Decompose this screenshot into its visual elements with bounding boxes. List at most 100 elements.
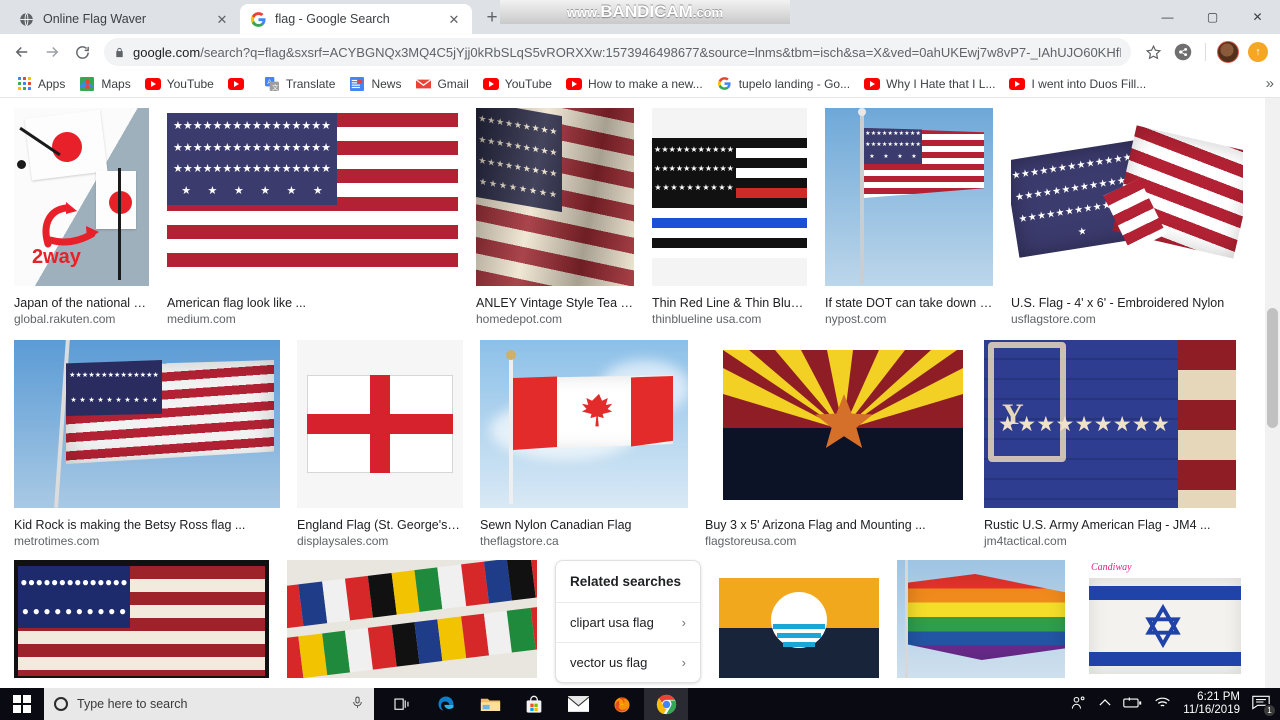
mail-icon[interactable] [556,688,600,720]
bookmark-youtube-2[interactable] [222,73,256,95]
results-row-3: ● ● ● ● ● ● ● ● ● ● ● ● ● ● ● ● ● ● ● ● ● ● ● ● [14,560,1266,683]
result-item[interactable]: ★ ★ ★ ★ ★ ★ ★ ★ ★ ★ ★ ★ ★ ★ ★ ★ ★ ★ ★ ★ ★ ★ ★ ★ ★ ★ ★ ★ ★ ★ ★ ★ ★ ★ ★ ★ … [167,108,458,328]
bookmarks-overflow-chevron[interactable]: » [1266,75,1274,92]
window-controls: — ▢ ✕ [1145,0,1280,34]
result-item[interactable]: Buy 3 x 5' Arizona Flag and Mounting ...… [705,340,967,550]
close-icon[interactable]: ✕ [214,11,230,27]
result-caption: Sewn Nylon Canadian Flag theflagstore.ca [480,508,688,550]
result-thumbnail-vintage-waving-flag[interactable]: ★★★★★★★ ★★★★★★★ ★★★★★★★ ★★★★★★★ ★★★★★★★ [476,108,634,286]
result-thumbnail-international-flag-bunting[interactable] [287,560,537,678]
bookmark-tupelo-landing[interactable]: tupelo landing - Go... [711,73,856,95]
back-button[interactable] [8,38,36,66]
related-searches-panel: Related searches clipart usa flag › vect… [555,560,701,683]
task-view-icon[interactable] [380,688,424,720]
battery-charging-icon[interactable] [1123,696,1142,712]
result-item[interactable]: 2way Japan of the national fl... global.… [14,108,149,328]
result-item[interactable]: ★★★★★★★ ★★★★★★★ ★★★★★★★ ★★★★★★★ ★★★★★★★ … [476,108,634,328]
result-domain: thinblueline usa.com [652,312,762,326]
reload-button[interactable] [68,38,96,66]
scrollbar-thumb[interactable] [1267,308,1278,428]
result-item[interactable]: ★ ★ ★ ★ ★ ★ ★ ★ ★ ★ ★ ★ ★ ★ ★ ★ ★ ★ ★ ★ ★ ★ ★ ★ Kid Rock is … [14,340,280,550]
google-translate-icon: A文 [264,76,280,92]
result-thumbnail-pom-pom-usa-flag[interactable]: ● ● ● ● ● ● ● ● ● ● ● ● ● ● ● ● ● ● ● ● ● ● ● ● [14,560,269,678]
windows-start-icon[interactable] [0,688,44,720]
tab-flag-google-search[interactable]: flag - Google Search ✕ [240,4,472,34]
related-search-item-vector-us-flag[interactable]: vector us flag › [556,642,700,682]
result-item[interactable] [719,560,879,678]
result-thumbnail-betsy-ross-flag[interactable]: ★ ★ ★ ★ ★ ★ ★ ★ ★ ★ ★ ★ ★ ★ ★ ★ ★ ★ ★ ★ ★ ★ ★ ★ [14,340,280,508]
bookmark-why-i-hate-that-i-l[interactable]: Why I Hate that I L... [858,73,1001,95]
result-thumbnail-japan-flags[interactable]: 2way [14,108,149,286]
bookmark-i-went-into-duos-fill[interactable]: I went into Duos Fill... [1003,73,1152,95]
result-thumbnail-rustic-wood-flag[interactable]: Y ★ ★ ★ ★ ★ ★ ★ ★ ★ [984,340,1236,508]
result-item[interactable] [287,560,537,678]
result-item[interactable]: Sewn Nylon Canadian Flag theflagstore.ca [480,340,688,550]
result-thumbnail-arizona-flag[interactable] [705,340,967,508]
bookmark-gmail[interactable]: Gmail [409,73,474,95]
result-thumbnail-flagpole-sky[interactable]: ★ ★ ★ ★ ★ ★ ★ ★ ★ ★ ★ ★ ★ ★ ★ ★ ★ ★ ★ ★ ★ ★ ★ ★ [825,108,993,286]
results-grid: 2way Japan of the national fl... global.… [0,98,1280,683]
result-item[interactable]: England Flag (St. George's Cr... display… [297,340,463,550]
google-news-icon [349,76,365,92]
chevron-right-icon: › [681,655,686,670]
result-item[interactable]: ★ ★ ★ ★ ★ ★ ★ ★ ★ ★ ★ ★ ★ ★ ★ ★ ★ ★ ★ ★ ★ ★ ★ ★ ★ ★ ★ ★ ★ ★ ★ ★ ★ ★ ★ ★… [1011,108,1243,328]
result-thumbnail-canada-flag[interactable] [480,340,688,508]
taskbar-clock[interactable]: 6:21 PM 11/16/2019 [1183,691,1240,717]
microsoft-store-icon[interactable] [512,688,556,720]
show-hidden-icons-chevron[interactable] [1099,698,1111,710]
result-title: Rustic U.S. Army American Flag - JM4 ... [984,518,1211,532]
result-domain: medium.com [167,312,236,326]
result-item[interactable]: ● ● ● ● ● ● ● ● ● ● ● ● ● ● ● ● ● ● ● ● ● ● ● ● [14,560,269,678]
watermark-prefix: www. [566,4,601,20]
close-icon[interactable]: ✕ [446,11,462,27]
result-thumbnail-england-flag[interactable] [297,340,463,508]
tab-online-flag-waver[interactable]: Online Flag Waver ✕ [8,4,240,34]
maximize-button[interactable]: ▢ [1190,1,1235,33]
bookmark-apps[interactable]: Apps [10,73,71,95]
result-thumbnail-folded-nylon-flag[interactable]: ★ ★ ★ ★ ★ ★ ★ ★ ★ ★ ★ ★ ★ ★ ★ ★ ★ ★ ★ ★ ★ ★ ★ ★ ★ ★ ★ ★ ★ ★ ★ ★ ★ ★ ★ ★… [1011,108,1243,286]
bookmark-youtube-1[interactable]: YouTube [139,73,220,95]
close-window-button[interactable]: ✕ [1235,1,1280,33]
bookmark-how-to-make-a-new[interactable]: How to make a new... [560,73,709,95]
firefox-icon[interactable] [600,688,644,720]
taskbar-search-input[interactable]: Type here to search [44,688,374,720]
edge-icon[interactable] [424,688,468,720]
tab-title: Online Flag Waver [43,12,147,26]
bookmark-news[interactable]: News [343,73,407,95]
cortana-circle-icon [54,697,68,711]
watermark-brand: BANDICAM [600,2,693,21]
result-caption: Buy 3 x 5' Arizona Flag and Mounting ...… [705,508,967,550]
people-icon[interactable] [1070,695,1087,713]
watermark-suffix: .com [692,4,724,20]
result-item[interactable]: ★ ★ ★ ★ ★ ★ ★ ★ ★ ★ ★ ★ ★ ★ ★ ★ ★ ★ ★ ★ ★ ★ ★ ★ ★ ★ ★ ★ ★ ★ ★ ★ Thin… [652,108,807,328]
wifi-icon[interactable] [1154,696,1171,712]
result-item[interactable]: Y ★ ★ ★ ★ ★ ★ ★ ★ ★ Rustic U.S. Army American … [984,340,1236,550]
result-item[interactable]: Candiway [1083,560,1243,678]
microphone-icon[interactable] [351,695,364,713]
result-item[interactable] [897,560,1065,678]
bookmark-youtube-3[interactable]: YouTube [477,73,558,95]
address-bar[interactable]: google.com/search?q=flag&sxsrf=ACYBGNQx3… [104,38,1131,66]
result-thumbnail-milwaukee-flag[interactable] [719,560,879,678]
result-title: U.S. Flag - 4' x 6' - Embroidered Nylon [1011,296,1225,310]
minimize-button[interactable]: — [1145,1,1190,33]
result-thumbnail-rainbow-pride-flag[interactable] [897,560,1065,678]
update-arrow-icon[interactable]: ↑ [1244,38,1272,66]
bookmark-maps[interactable]: Maps [73,73,136,95]
result-thumbnail-israel-flag[interactable]: Candiway [1083,560,1243,678]
bookmark-translate[interactable]: A文 Translate [258,73,342,95]
file-explorer-icon[interactable] [468,688,512,720]
related-search-item-clipart-usa-flag[interactable]: clipart usa flag › [556,602,700,642]
bookmark-star-icon[interactable] [1139,38,1167,66]
result-caption: U.S. Flag - 4' x 6' - Embroidered Nylon … [1011,286,1243,328]
profile-avatar[interactable] [1214,38,1242,66]
result-thumbnail-usa-flag-flat[interactable]: ★ ★ ★ ★ ★ ★ ★ ★ ★ ★ ★ ★ ★ ★ ★ ★ ★ ★ ★ ★ ★ ★ ★ ★ ★ ★ ★ ★ ★ ★ ★ ★ ★ ★ ★ ★ … [167,108,458,286]
page-scrollbar[interactable] [1265,98,1280,688]
share-extension-icon[interactable] [1169,38,1197,66]
notifications-icon[interactable]: 1 [1252,694,1276,717]
forward-button[interactable] [38,38,66,66]
chrome-icon[interactable] [644,688,688,720]
result-domain: homedepot.com [476,312,563,326]
result-item[interactable]: ★ ★ ★ ★ ★ ★ ★ ★ ★ ★ ★ ★ ★ ★ ★ ★ ★ ★ ★ ★ ★ ★ ★ ★ If state DOT … [825,108,993,328]
result-thumbnail-thin-line-flag[interactable]: ★ ★ ★ ★ ★ ★ ★ ★ ★ ★ ★ ★ ★ ★ ★ ★ ★ ★ ★ ★ ★ ★ ★ ★ ★ ★ ★ ★ ★ ★ ★ ★ [652,108,807,286]
